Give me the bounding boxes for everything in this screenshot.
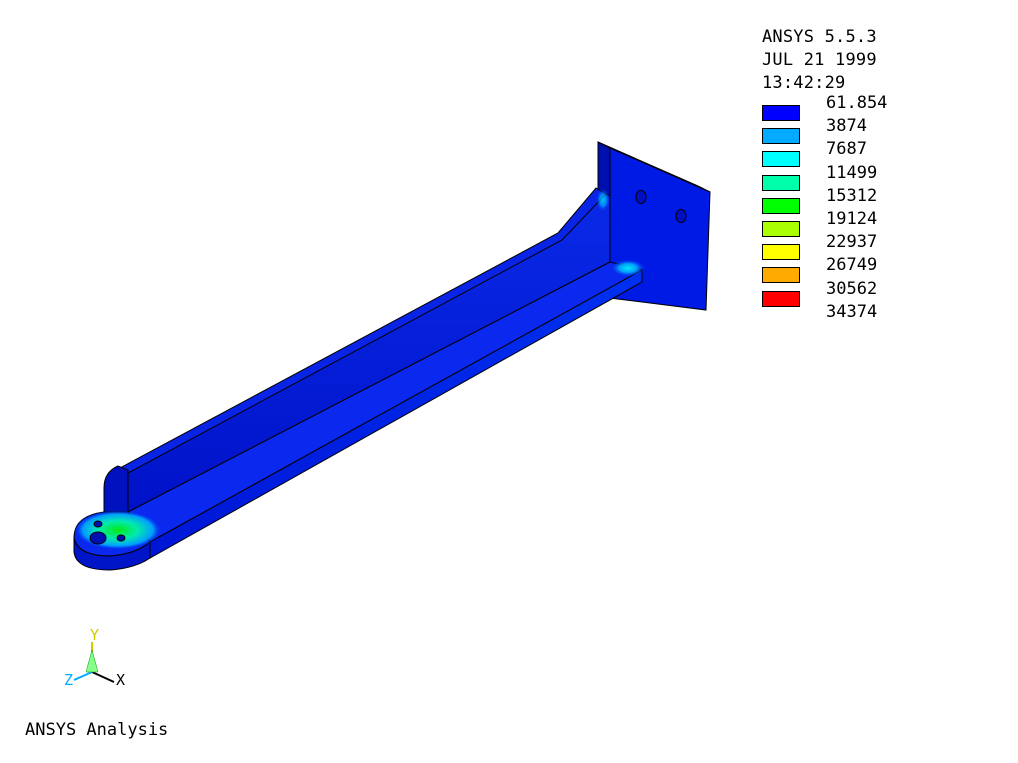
legend-value: 61.854 <box>826 93 888 113</box>
tip-hole <box>89 531 107 545</box>
stress-hotspot-root <box>610 259 646 277</box>
flange-top <box>127 261 644 543</box>
legend-row: 15312 <box>762 185 922 214</box>
legend-row: 61.854 <box>762 93 922 121</box>
legend-value: 26749 <box>826 255 878 276</box>
z-axis-line <box>73 671 93 681</box>
fea-model-bracket[interactable] <box>73 141 711 571</box>
triad-cone <box>85 649 99 673</box>
legend-value: 19124 <box>826 208 878 229</box>
legend-rows: 61.854 3874 7687 11499 15312 19124 22937 26749 3… <box>762 93 922 327</box>
legend-row: 11499 <box>762 162 922 191</box>
mount-hole <box>635 190 647 204</box>
axis-triad <box>73 642 115 683</box>
legend-value: 34374 <box>826 301 878 322</box>
stress-hotspot-gusset <box>596 188 610 212</box>
legend-row: 22937 <box>762 232 922 261</box>
triad-y-label: Y <box>90 626 100 644</box>
analysis-title: ANSYS Analysis <box>25 720 169 740</box>
web-face <box>127 189 611 513</box>
tip-hole <box>116 534 126 542</box>
legend-row: 30562 <box>762 278 922 307</box>
triad-z-label: Z <box>64 671 74 689</box>
legend-row: 3874 <box>762 116 922 145</box>
web-end <box>103 465 129 513</box>
legend-value: 15312 <box>826 185 878 206</box>
mount-hole <box>675 209 687 223</box>
legend-row: 19124 <box>762 208 922 237</box>
run-time: 13:42:29 <box>762 73 846 93</box>
legend-row: 34374 <box>762 301 922 327</box>
legend-value: 11499 <box>826 162 878 183</box>
program-version: ANSYS 5.5.3 <box>762 27 877 47</box>
legend-value: 7687 <box>826 139 867 160</box>
legend-row: 7687 <box>762 139 922 168</box>
legend-value: 30562 <box>826 278 878 299</box>
contour-legend: ANSYS 5.5.3 JUL 21 1999 13:42:29 61.854 3… <box>762 26 922 327</box>
x-axis-line <box>91 671 115 683</box>
legend-value: 3874 <box>826 116 867 137</box>
legend-value: 22937 <box>826 232 878 253</box>
legend-row: 26749 <box>762 255 922 284</box>
tip-hole <box>93 520 103 528</box>
triad-x-label: X <box>116 671 126 689</box>
stress-hotspot-tip <box>74 510 162 550</box>
run-date: JUL 21 1999 <box>762 50 877 70</box>
